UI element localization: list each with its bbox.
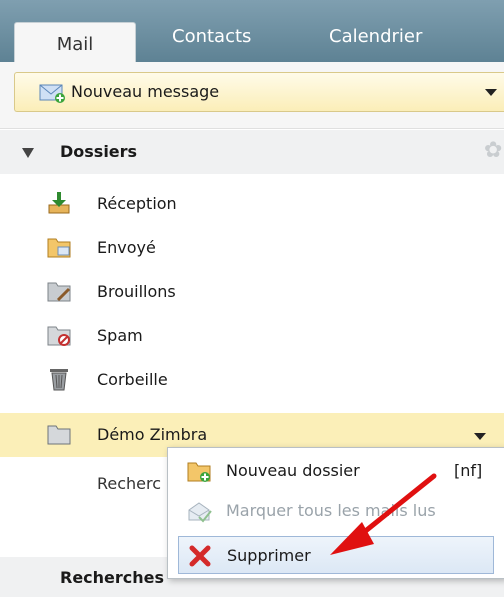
folder-label: Envoyé — [97, 238, 156, 257]
folder-label: Démo Zimbra — [97, 425, 208, 444]
mark-read-icon — [188, 502, 212, 523]
chevron-down-icon[interactable] — [485, 89, 497, 96]
toolbar: Nouveau message — [0, 62, 504, 129]
menu-item-label: Supprimer — [227, 546, 311, 565]
new-message-button[interactable]: Nouveau message — [14, 72, 504, 112]
folder-label: Brouillons — [97, 282, 176, 301]
menu-item-new-folder[interactable]: Nouveau dossier [nf] — [168, 452, 504, 490]
folder-label: Spam — [97, 326, 143, 345]
folder-item-spam[interactable]: Spam — [0, 314, 504, 358]
new-folder-icon — [187, 462, 211, 482]
menu-item-delete[interactable]: Supprimer — [178, 536, 494, 574]
menu-item-mark-all-read[interactable]: Marquer tous les mails lus — [168, 492, 504, 530]
menu-shortcut: [nf] — [454, 461, 483, 480]
folder-item-trash[interactable]: Corbeille — [0, 358, 504, 402]
folder-item-reception[interactable]: Réception — [0, 182, 504, 226]
new-message-label: Nouveau message — [71, 82, 220, 101]
folder-icon — [47, 425, 71, 445]
sent-folder-icon — [47, 238, 71, 258]
tab-mail[interactable]: Mail — [14, 22, 136, 63]
trash-icon — [50, 369, 68, 391]
collapse-triangle-icon[interactable] — [22, 148, 34, 158]
drafts-icon — [47, 282, 71, 302]
spam-folder-icon — [47, 326, 71, 346]
menu-item-label: Nouveau dossier — [226, 461, 360, 480]
inbox-icon — [48, 192, 70, 214]
folder-item-sent[interactable]: Envoyé — [0, 226, 504, 270]
searches-title: Recherches — [60, 568, 165, 587]
folder-label: Réception — [97, 194, 177, 213]
search-folder-item[interactable]: Recherc — [97, 474, 161, 493]
folder-item-drafts[interactable]: Brouillons — [0, 270, 504, 314]
folder-context-menu: Nouveau dossier [nf] Marquer tous les ma… — [167, 447, 504, 579]
tab-bar: Mail Contacts Calendrier — [0, 0, 504, 63]
folders-header[interactable]: Dossiers ✿ — [0, 130, 504, 174]
menu-item-label: Marquer tous les mails lus — [226, 501, 436, 520]
chevron-down-icon[interactable] — [474, 433, 486, 440]
tab-calendar[interactable]: Calendrier — [329, 26, 422, 47]
folder-label: Corbeille — [97, 370, 168, 389]
gear-icon[interactable]: ✿ — [484, 138, 502, 163]
folders-title: Dossiers — [60, 142, 138, 161]
delete-x-icon — [189, 545, 211, 567]
new-mail-icon — [39, 84, 65, 103]
tab-contacts[interactable]: Contacts — [172, 26, 251, 47]
